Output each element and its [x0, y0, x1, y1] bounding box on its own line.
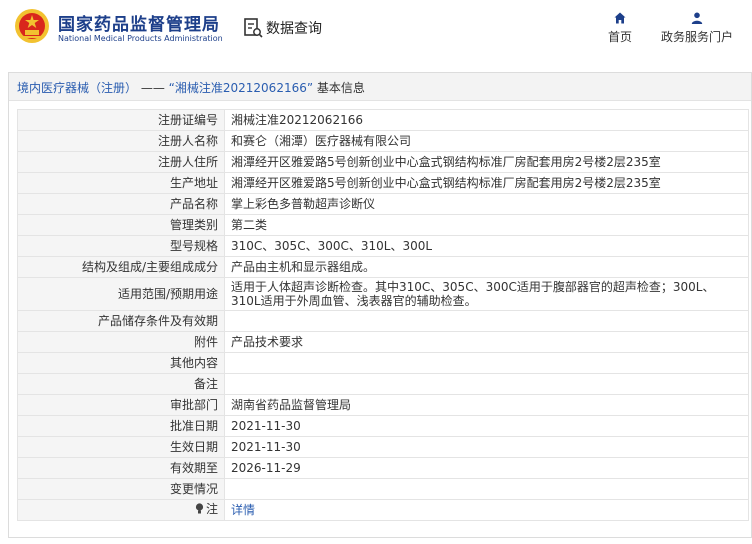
document-search-icon [244, 18, 263, 38]
breadcrumb-reg-number: “湘械注准20212062166” [168, 81, 314, 95]
bulb-icon [195, 503, 204, 514]
table-row: 注册证编号 湘械注准20212062166 [17, 109, 749, 131]
field-value: 掌上彩色多普勒超声诊断仪 [224, 193, 749, 215]
field-label: 结构及组成/主要组成成分 [17, 256, 225, 278]
data-query-link[interactable]: 数据查询 [243, 16, 322, 40]
field-label: 产品储存条件及有效期 [17, 310, 225, 332]
field-label: 有效期至 [17, 457, 225, 479]
field-label: 批准日期 [17, 415, 225, 437]
note-label-cell: 注 [17, 499, 225, 521]
field-value: 2026-11-29 [224, 457, 749, 479]
field-label: 附件 [17, 331, 225, 353]
nav-gov-services[interactable]: 政务服务门户 [655, 12, 739, 45]
info-table: 注册证编号 湘械注准20212062166 注册人名称 和赛仑（湘潭）医疗器械有限公… [17, 109, 749, 521]
site-subtitle: National Medical Products Administration [58, 34, 223, 43]
nav-home[interactable]: 首页 [602, 12, 638, 45]
field-value: 湘械注准20212062166 [224, 109, 749, 131]
data-query-label: 数据查询 [266, 21, 322, 37]
field-label: 注册人名称 [17, 130, 225, 152]
field-value: 2021-11-30 [224, 415, 749, 437]
national-emblem-icon [15, 9, 49, 43]
table-row: 产品储存条件及有效期 [17, 310, 749, 332]
site-header: 国家药品监督管理局 National Medical Products Admi… [0, 0, 752, 64]
table-row: 注册人住所 湘潭经开区雅爱路5号创新创业中心盒式钢结构标准厂房配套用房2号楼2层2… [17, 151, 749, 173]
field-value: 产品技术要求 [224, 331, 749, 353]
field-value: 第二类 [224, 214, 749, 236]
field-value: 产品由主机和显示器组成。 [224, 256, 749, 278]
home-icon [614, 12, 626, 24]
table-row: 注册人名称 和赛仑（湘潭）医疗器械有限公司 [17, 130, 749, 152]
field-value: 310C、305C、300C、310L、300L [224, 235, 749, 257]
nav-gov-label: 政务服务门户 [660, 30, 733, 44]
table-row: 变更情况 [17, 478, 749, 500]
breadcrumb: 境内医疗器械（注册） —— “湘械注准20212062166” 基本信息 [9, 73, 751, 101]
table-row: 注 详情 [17, 499, 749, 521]
field-label: 审批部门 [17, 394, 225, 416]
field-label: 适用范围/预期用途 [17, 277, 225, 311]
field-value: 和赛仑（湘潭）医疗器械有限公司 [224, 130, 749, 152]
field-label: 生效日期 [17, 436, 225, 458]
site-title[interactable]: 国家药品监督管理局 [58, 10, 220, 35]
field-value: 湘潭经开区雅爱路5号创新创业中心盒式钢结构标准厂房配套用房2号楼2层235室 [224, 151, 749, 173]
table-row: 结构及组成/主要组成成分 产品由主机和显示器组成。 [17, 256, 749, 278]
detail-panel: 境内医疗器械（注册） —— “湘械注准20212062166” 基本信息 注册证… [8, 72, 752, 538]
field-value [224, 352, 749, 374]
table-row: 有效期至 2026-11-29 [17, 457, 749, 479]
breadcrumb-separator: —— [137, 81, 169, 95]
table-row: 审批部门 湖南省药品监督管理局 [17, 394, 749, 416]
field-label: 其他内容 [17, 352, 225, 374]
details-link[interactable]: 详情 [231, 503, 255, 517]
field-label: 管理类别 [17, 214, 225, 236]
field-value [224, 373, 749, 395]
table-row: 管理类别 第二类 [17, 214, 749, 236]
breadcrumb-category-link[interactable]: 境内医疗器械（注册） [17, 81, 137, 95]
field-value: 2021-11-30 [224, 436, 749, 458]
field-label: 产品名称 [17, 193, 225, 215]
field-label: 生产地址 [17, 172, 225, 194]
table-row: 生产地址 湘潭经开区雅爱路5号创新创业中心盒式钢结构标准厂房配套用房2号楼2层23… [17, 172, 749, 194]
field-label: 注册人住所 [17, 151, 225, 173]
field-value [224, 310, 749, 332]
note-label: 注 [205, 502, 218, 516]
field-label: 备注 [17, 373, 225, 395]
nav-home-label: 首页 [607, 30, 632, 44]
table-row: 附件 产品技术要求 [17, 331, 749, 353]
table-row: 其他内容 [17, 352, 749, 374]
field-label: 型号规格 [17, 235, 225, 257]
user-icon [691, 12, 703, 24]
note-value-cell: 详情 [224, 499, 749, 521]
field-value [224, 478, 749, 500]
table-row: 备注 [17, 373, 749, 395]
field-value: 湘潭经开区雅爱路5号创新创业中心盒式钢结构标准厂房配套用房2号楼2层235室 [224, 172, 749, 194]
table-row: 型号规格 310C、305C、300C、310L、300L [17, 235, 749, 257]
field-label: 注册证编号 [17, 109, 225, 131]
field-label: 变更情况 [17, 478, 225, 500]
table-row: 批准日期 2021-11-30 [17, 415, 749, 437]
breadcrumb-suffix: 基本信息 [316, 81, 365, 95]
field-value: 适用于人体超声诊断检查。其中310C、305C、300C适用于腹部器官的超声检查… [224, 277, 749, 311]
field-value: 湖南省药品监督管理局 [224, 394, 749, 416]
table-row: 生效日期 2021-11-30 [17, 436, 749, 458]
table-row: 产品名称 掌上彩色多普勒超声诊断仪 [17, 193, 749, 215]
table-row: 适用范围/预期用途 适用于人体超声诊断检查。其中310C、305C、300C适用于… [17, 277, 749, 311]
